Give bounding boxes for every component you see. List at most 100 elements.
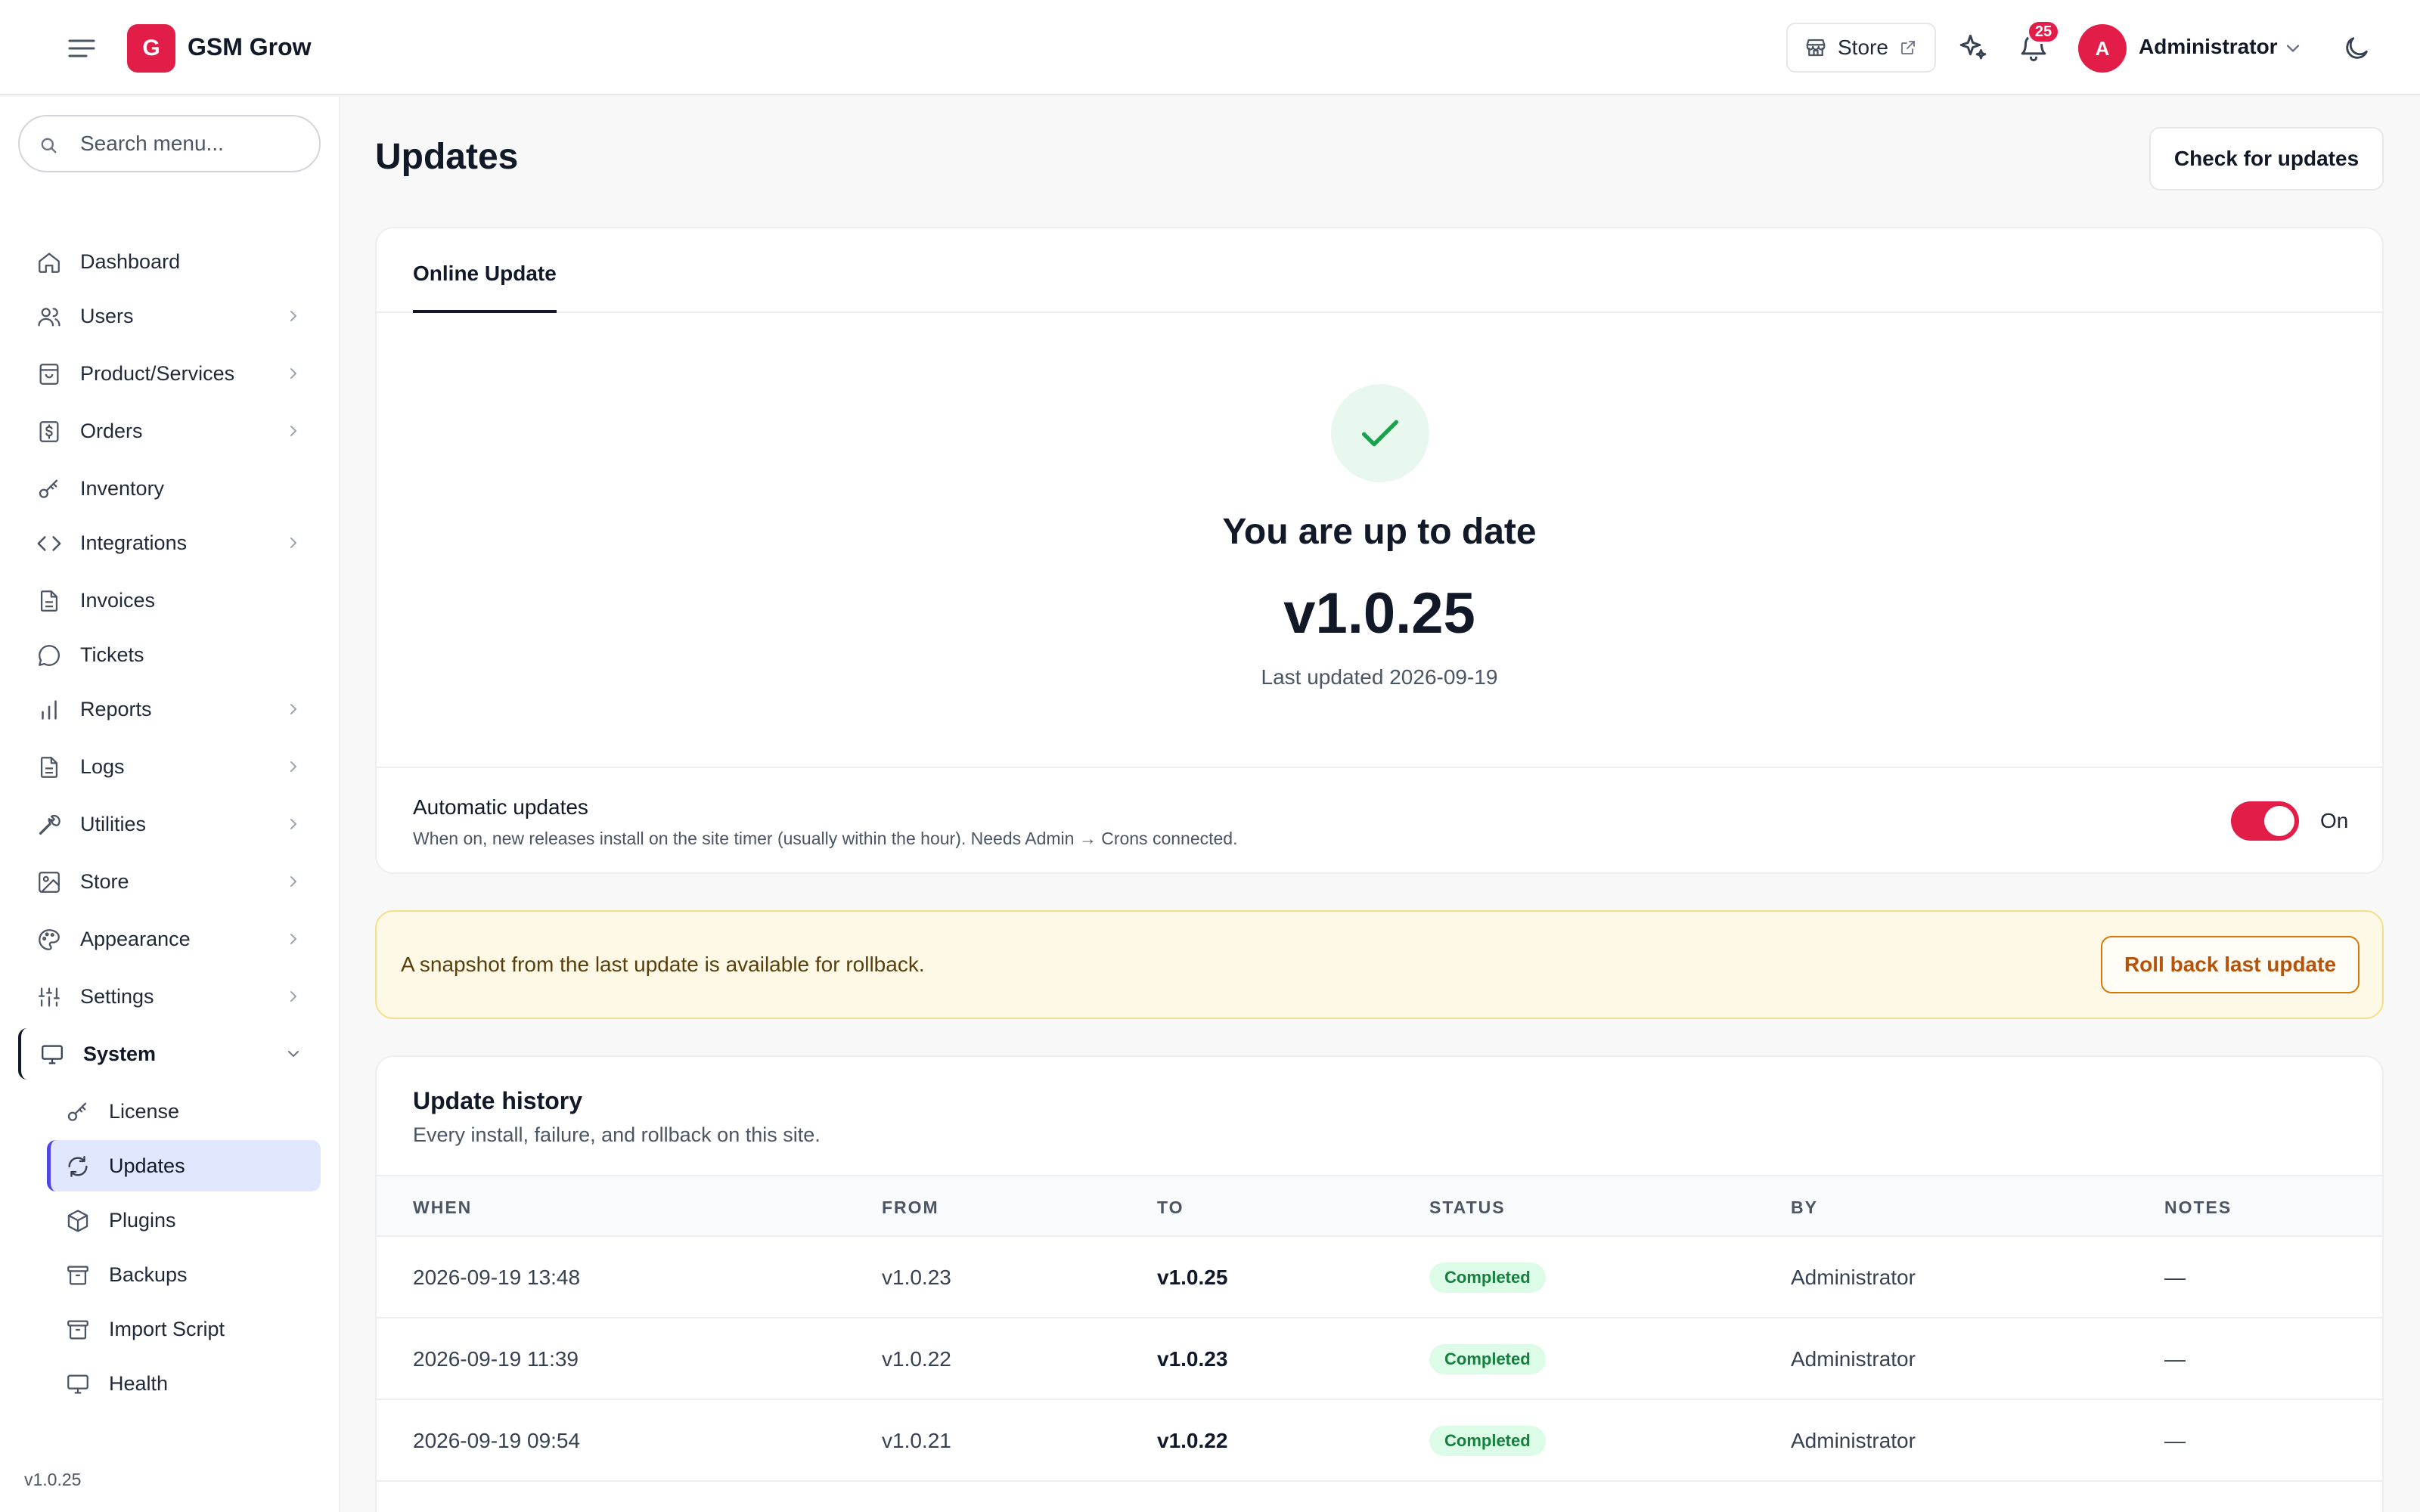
- archive-icon: [65, 1317, 91, 1343]
- sidebar-item-reports[interactable]: Reports: [18, 683, 321, 735]
- cell-when: 2026-09-19 13:48: [413, 1266, 581, 1289]
- sidebar-subitem-import-script[interactable]: Import Script: [47, 1303, 321, 1355]
- check-icon: [1331, 384, 1429, 482]
- moon-icon[interactable]: [2341, 33, 2372, 64]
- top-bar: G GSM Grow Store 25 A Administrator: [0, 0, 2420, 95]
- chevron-right-icon: [284, 534, 302, 552]
- chevron-right-icon: [284, 872, 302, 891]
- sidebar-item-label: Logs: [80, 755, 125, 778]
- sidebar-item-utilities[interactable]: Utilities: [18, 798, 321, 850]
- sidebar-subitem-plugins[interactable]: Plugins: [47, 1194, 321, 1246]
- sidebar-item-logs[interactable]: Logs: [18, 741, 321, 792]
- sidebar-subitem-updates[interactable]: Updates: [47, 1140, 321, 1191]
- chevron-right-icon: [284, 307, 302, 325]
- file-icon: [36, 754, 62, 780]
- sidebar-item-label: Product/Services: [80, 362, 235, 385]
- sidebar-item-users[interactable]: Users: [18, 290, 321, 342]
- file-icon: [36, 588, 62, 614]
- refresh-icon: [65, 1154, 91, 1179]
- wrench-icon: [36, 812, 62, 838]
- chevron-right-icon: [284, 758, 302, 776]
- sidebar-subitem-label: Import Script: [109, 1318, 225, 1340]
- sidebar-item-label: Orders: [80, 420, 143, 442]
- store-button[interactable]: Store: [1786, 23, 1936, 73]
- automatic-updates-title: Automatic updates: [413, 795, 588, 819]
- sidebar-item-integrations[interactable]: Integrations: [18, 517, 321, 569]
- search-box[interactable]: [18, 115, 321, 172]
- sparkle-icon[interactable]: [1957, 32, 1989, 64]
- sidebar-item-product-services[interactable]: Product/Services: [18, 348, 321, 399]
- table-header: WHEN FROM TO STATUS BY NOTES: [377, 1175, 2382, 1237]
- search-input[interactable]: [80, 127, 307, 160]
- chevron-right-icon: [284, 700, 302, 718]
- cell-notes: —: [2164, 1266, 2186, 1289]
- cell-when: 2026-09-19 09:54: [413, 1429, 581, 1452]
- sidebar-item-tickets[interactable]: Tickets: [18, 629, 321, 680]
- cell-by: Administrator: [1791, 1266, 1916, 1289]
- cell-by: Administrator: [1791, 1347, 1916, 1371]
- sidebar-item-label: Users: [80, 305, 134, 327]
- sidebar-item-label: Settings: [80, 985, 154, 1008]
- sidebar-item-store[interactable]: Store: [18, 856, 321, 907]
- image-icon: [36, 869, 62, 895]
- sidebar-item-label: Tickets: [80, 643, 144, 666]
- sidebar-item-orders[interactable]: Orders: [18, 405, 321, 457]
- sidebar-item-label: Appearance: [80, 928, 191, 950]
- sidebar-item-label: Store: [80, 870, 129, 893]
- cell-to: v1.0.25: [1157, 1266, 1228, 1289]
- brand-logo[interactable]: G: [127, 24, 175, 73]
- table-row: [377, 1482, 2382, 1512]
- automatic-updates-toggle[interactable]: [2231, 801, 2299, 841]
- search-icon: [38, 135, 59, 156]
- chevron-right-icon: [284, 930, 302, 948]
- menu-toggle-icon[interactable]: [64, 33, 100, 64]
- code-icon: [36, 531, 62, 556]
- sidebar-item-invoices[interactable]: Invoices: [18, 575, 321, 626]
- home-icon: [36, 249, 62, 275]
- status-badge: Completed: [1429, 1426, 1546, 1456]
- toggle-state-label: On: [2320, 809, 2349, 832]
- sidebar-item-label: Utilities: [80, 813, 147, 835]
- tab-online-update[interactable]: Online Update: [413, 262, 557, 313]
- table-row: 2026-09-19 11:39 v1.0.22 v1.0.23 Complet…: [377, 1318, 2382, 1400]
- sliders-icon: [36, 984, 62, 1010]
- rollback-message: A snapshot from the last update is avail…: [401, 953, 925, 976]
- sidebar-subitem-license[interactable]: License: [47, 1086, 321, 1137]
- column-header-status: STATUS: [1429, 1198, 1506, 1217]
- page-title: Updates: [375, 137, 519, 177]
- sidebar-subitem-health[interactable]: Health: [47, 1358, 321, 1409]
- chevron-down-icon[interactable]: [2282, 38, 2304, 59]
- sidebar-item-inventory[interactable]: Inventory: [18, 463, 321, 514]
- last-updated: Last updated 2026-09-19: [1261, 665, 1498, 689]
- cell-notes: —: [2164, 1429, 2186, 1452]
- chevron-right-icon: [284, 422, 302, 440]
- brand-name[interactable]: GSM Grow: [188, 33, 312, 61]
- roll-back-button[interactable]: Roll back last update: [2101, 936, 2360, 993]
- dollar-icon: [36, 419, 62, 445]
- cell-to: v1.0.22: [1157, 1429, 1228, 1452]
- sidebar-item-settings[interactable]: Settings: [18, 971, 321, 1022]
- monitor-icon: [65, 1371, 91, 1397]
- avatar[interactable]: A: [2078, 24, 2127, 73]
- sidebar-subitem-label: License: [109, 1100, 180, 1123]
- user-name[interactable]: Administrator: [2139, 35, 2278, 59]
- cell-notes: —: [2164, 1347, 2186, 1371]
- table-row: 2026-09-19 13:48 v1.0.23 v1.0.25 Complet…: [377, 1237, 2382, 1318]
- sidebar-item-label: Invoices: [80, 589, 156, 612]
- store-button-label: Store: [1838, 36, 1888, 59]
- cell-from: v1.0.21: [882, 1429, 951, 1452]
- archive-icon: [65, 1263, 91, 1288]
- automatic-updates-row: Automatic updates When on, new releases …: [377, 767, 2382, 874]
- sidebar-item-label: Integrations: [80, 531, 188, 554]
- sidebar-item-system[interactable]: System: [18, 1028, 321, 1080]
- sidebar-item-dashboard[interactable]: Dashboard: [18, 236, 321, 287]
- chat-icon: [36, 643, 62, 668]
- sidebar-item-appearance[interactable]: Appearance: [18, 913, 321, 965]
- column-header-by: BY: [1791, 1198, 1818, 1217]
- sidebar-subitem-backups[interactable]: Backups: [47, 1249, 321, 1300]
- table-row: 2026-09-19 09:54 v1.0.21 v1.0.22 Complet…: [377, 1400, 2382, 1482]
- current-version: v1.0.25: [1283, 581, 1475, 646]
- check-for-updates-button[interactable]: Check for updates: [2149, 127, 2384, 191]
- column-header-when: WHEN: [413, 1198, 473, 1217]
- column-header-notes: NOTES: [2164, 1198, 2232, 1217]
